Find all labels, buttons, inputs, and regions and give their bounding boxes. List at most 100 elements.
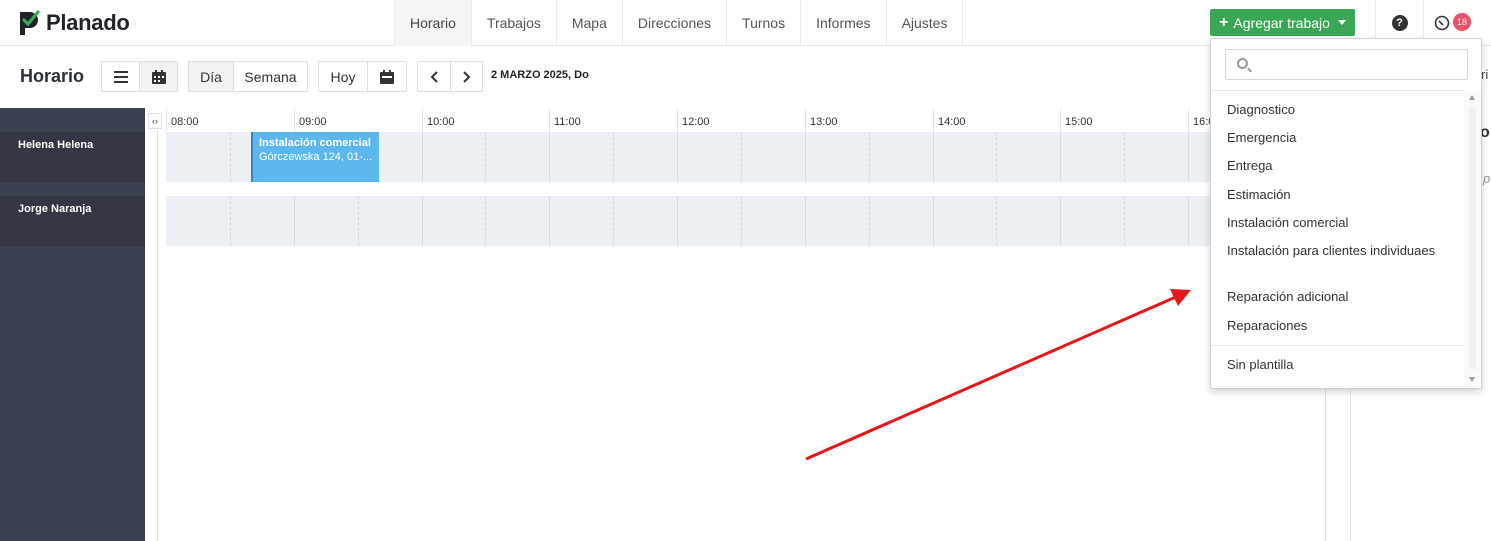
template-search-input[interactable] bbox=[1256, 50, 1466, 79]
no-template-option[interactable]: Sin plantilla bbox=[1227, 356, 1457, 374]
lane-gridline bbox=[422, 132, 423, 182]
calendar-icon bbox=[151, 69, 166, 84]
lane-gridline bbox=[1060, 196, 1061, 246]
lane-gridline bbox=[805, 132, 806, 182]
lane-gridline bbox=[869, 196, 870, 246]
lane-gridline bbox=[1188, 196, 1189, 246]
today-button[interactable]: Hoy bbox=[318, 61, 368, 92]
hour-tick bbox=[677, 109, 678, 131]
partial-right-button-text[interactable]: ri bbox=[1481, 67, 1488, 82]
resource-row[interactable]: Helena Helena bbox=[0, 132, 145, 182]
lane-gridline bbox=[677, 196, 678, 246]
prev-day-button[interactable] bbox=[417, 61, 451, 92]
lane-gridline bbox=[549, 196, 550, 246]
day-view-button[interactable]: Día bbox=[188, 61, 234, 92]
lane-gridline bbox=[996, 132, 997, 182]
list-view-button[interactable] bbox=[101, 61, 140, 92]
lane-gridline bbox=[485, 196, 486, 246]
caret-down-icon bbox=[1337, 20, 1346, 25]
hour-label: 12:00 bbox=[682, 116, 710, 128]
date-picker-button[interactable] bbox=[367, 61, 407, 92]
lane-gridline bbox=[230, 132, 231, 182]
hour-label: 16:00 bbox=[1193, 116, 1211, 128]
hour-label: 15:00 bbox=[1065, 116, 1093, 128]
lane-gridline bbox=[1124, 132, 1125, 182]
lane-gridline bbox=[805, 196, 806, 246]
scroll-up-icon[interactable] bbox=[1469, 95, 1475, 100]
lane-gridline bbox=[485, 132, 486, 182]
hour-tick bbox=[166, 109, 167, 131]
hour-tick bbox=[805, 109, 806, 131]
chevron-left-icon bbox=[430, 70, 438, 83]
planado-logo[interactable]: Planado bbox=[18, 9, 130, 37]
lane-gridline bbox=[741, 132, 742, 182]
collapse-sidebar-toggle[interactable]: ‹› bbox=[148, 113, 162, 129]
template-search-box[interactable] bbox=[1225, 49, 1468, 80]
template-option[interactable]: Instalación para clientes individuaes bbox=[1227, 242, 1457, 260]
lane-gridline bbox=[1188, 132, 1189, 182]
lane-gridline bbox=[422, 196, 423, 246]
hour-label: 09:00 bbox=[299, 116, 327, 128]
gauge-icon bbox=[1434, 15, 1449, 31]
template-option[interactable]: Instalación comercial bbox=[1227, 214, 1457, 232]
template-option[interactable]: Reparación adicional bbox=[1227, 288, 1457, 306]
resource-row[interactable]: Jorge Naranja bbox=[0, 196, 145, 246]
dropdown-divider bbox=[1211, 90, 1464, 91]
nav-direcciones[interactable]: Direcciones bbox=[623, 0, 728, 46]
hour-tick bbox=[422, 109, 423, 131]
template-option[interactable]: Diagnostico bbox=[1227, 101, 1457, 119]
plus-icon: + bbox=[1219, 13, 1229, 31]
search-icon bbox=[1237, 58, 1248, 69]
hour-tick bbox=[933, 109, 934, 131]
nav-horario[interactable]: Horario bbox=[394, 0, 472, 46]
resources-sidebar: Helena Helena Jorge Naranja bbox=[0, 108, 145, 541]
page-title: Horario bbox=[20, 66, 85, 86]
calendar-view-button[interactable] bbox=[139, 61, 178, 92]
nav-ajustes[interactable]: Ajustes bbox=[887, 0, 964, 46]
template-option[interactable]: Estimación bbox=[1227, 186, 1457, 204]
lane-gridline bbox=[294, 196, 295, 246]
logo-check-icon bbox=[20, 10, 40, 35]
hour-tick bbox=[1060, 109, 1061, 131]
help-icon: ? bbox=[1391, 15, 1408, 31]
scrollbar-thumb[interactable] bbox=[1469, 107, 1476, 369]
nav-mapa[interactable]: Mapa bbox=[557, 0, 623, 46]
hour-label: 13:00 bbox=[810, 116, 838, 128]
side-panel-text-fragment: p bbox=[1483, 171, 1491, 186]
hour-tick bbox=[294, 109, 295, 131]
lane-gridline bbox=[358, 196, 359, 246]
nav-trabajos[interactable]: Trabajos bbox=[472, 0, 557, 46]
template-option[interactable]: Emergencia bbox=[1227, 129, 1457, 147]
template-option[interactable]: Reparaciones bbox=[1227, 317, 1457, 335]
hour-label: 10:00 bbox=[427, 116, 455, 128]
panel-divider bbox=[1325, 385, 1326, 541]
lane-gridline bbox=[933, 132, 934, 182]
lane-gridline bbox=[869, 132, 870, 182]
resource-name: Jorge Naranja bbox=[18, 203, 92, 215]
template-option[interactable]: Entrega bbox=[1227, 157, 1457, 175]
lane-gridline bbox=[1124, 196, 1125, 246]
nav-turnos[interactable]: Turnos bbox=[727, 0, 802, 46]
job-card[interactable]: Instalación comercial Górczewska 124, 01… bbox=[251, 132, 379, 182]
nav-informes[interactable]: Informes bbox=[801, 0, 887, 46]
scroll-down-icon[interactable] bbox=[1469, 377, 1475, 382]
list-icon bbox=[113, 70, 128, 83]
lane-gridline bbox=[1060, 132, 1061, 182]
grid-left-divider bbox=[157, 130, 158, 541]
lane-gridline bbox=[741, 196, 742, 246]
main-nav: Horario Trabajos Mapa Direcciones Turnos… bbox=[394, 0, 964, 46]
lane-gridline bbox=[677, 132, 678, 182]
template-dropdown: Diagnostico Emergencia Entrega Estimació… bbox=[1210, 38, 1482, 389]
week-view-button[interactable]: Semana bbox=[233, 61, 308, 92]
panel-divider bbox=[1350, 385, 1351, 541]
notifications-badge: 18 bbox=[1453, 13, 1471, 31]
logo-text: Planado bbox=[46, 10, 130, 35]
lane-gridline bbox=[549, 132, 550, 182]
hour-label: 08:00 bbox=[171, 116, 199, 128]
hour-label: 14:00 bbox=[938, 116, 966, 128]
add-job-button[interactable]: + Agregar trabajo bbox=[1210, 9, 1355, 36]
resource-lane[interactable] bbox=[166, 196, 1211, 246]
dropdown-scrollbar[interactable] bbox=[1464, 91, 1481, 387]
lane-gridline bbox=[613, 196, 614, 246]
next-day-button[interactable] bbox=[450, 61, 483, 92]
